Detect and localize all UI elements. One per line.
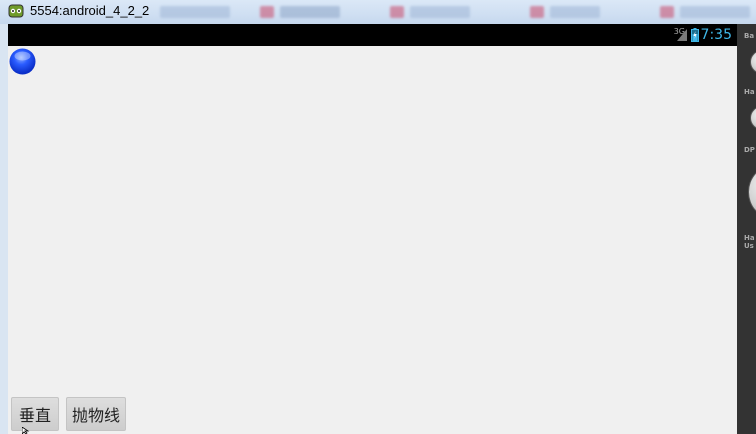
- background-taskbar-tabs: [160, 4, 756, 20]
- android-app-icon: [8, 4, 24, 18]
- window-title: 5554:android_4_2_2: [30, 3, 150, 18]
- device-frame-left: [0, 24, 8, 434]
- battery-icon: [691, 28, 699, 42]
- signal-icon: [677, 29, 687, 41]
- knob-2[interactable]: [750, 106, 756, 130]
- status-time: 7:35: [700, 27, 732, 43]
- knob-1[interactable]: [750, 50, 756, 74]
- dpad-control[interactable]: [748, 166, 756, 218]
- emulator-control-panel: Ba Ha DP Ha Us: [737, 24, 756, 434]
- vertical-button[interactable]: 垂直: [11, 397, 59, 431]
- emulator-window: 5554:android_4_2_2 3G 7:35 垂直 抛物线 Ba Ha …: [0, 0, 756, 434]
- panel-label-dpad: DP: [744, 146, 755, 154]
- parabola-button[interactable]: 抛物线: [66, 397, 126, 431]
- app-screen: 垂直 抛物线: [8, 46, 737, 434]
- ball: [9, 48, 36, 75]
- mouse-cursor-icon: [22, 427, 30, 434]
- panel-label-use: Us: [744, 242, 754, 250]
- panel-label-hardware-2: Ha: [744, 234, 755, 242]
- panel-label-hardware: Ha: [744, 88, 755, 96]
- title-bar[interactable]: 5554:android_4_2_2: [0, 0, 756, 24]
- android-status-bar: 3G 7:35: [8, 24, 737, 46]
- panel-label-battery: Ba: [744, 32, 755, 40]
